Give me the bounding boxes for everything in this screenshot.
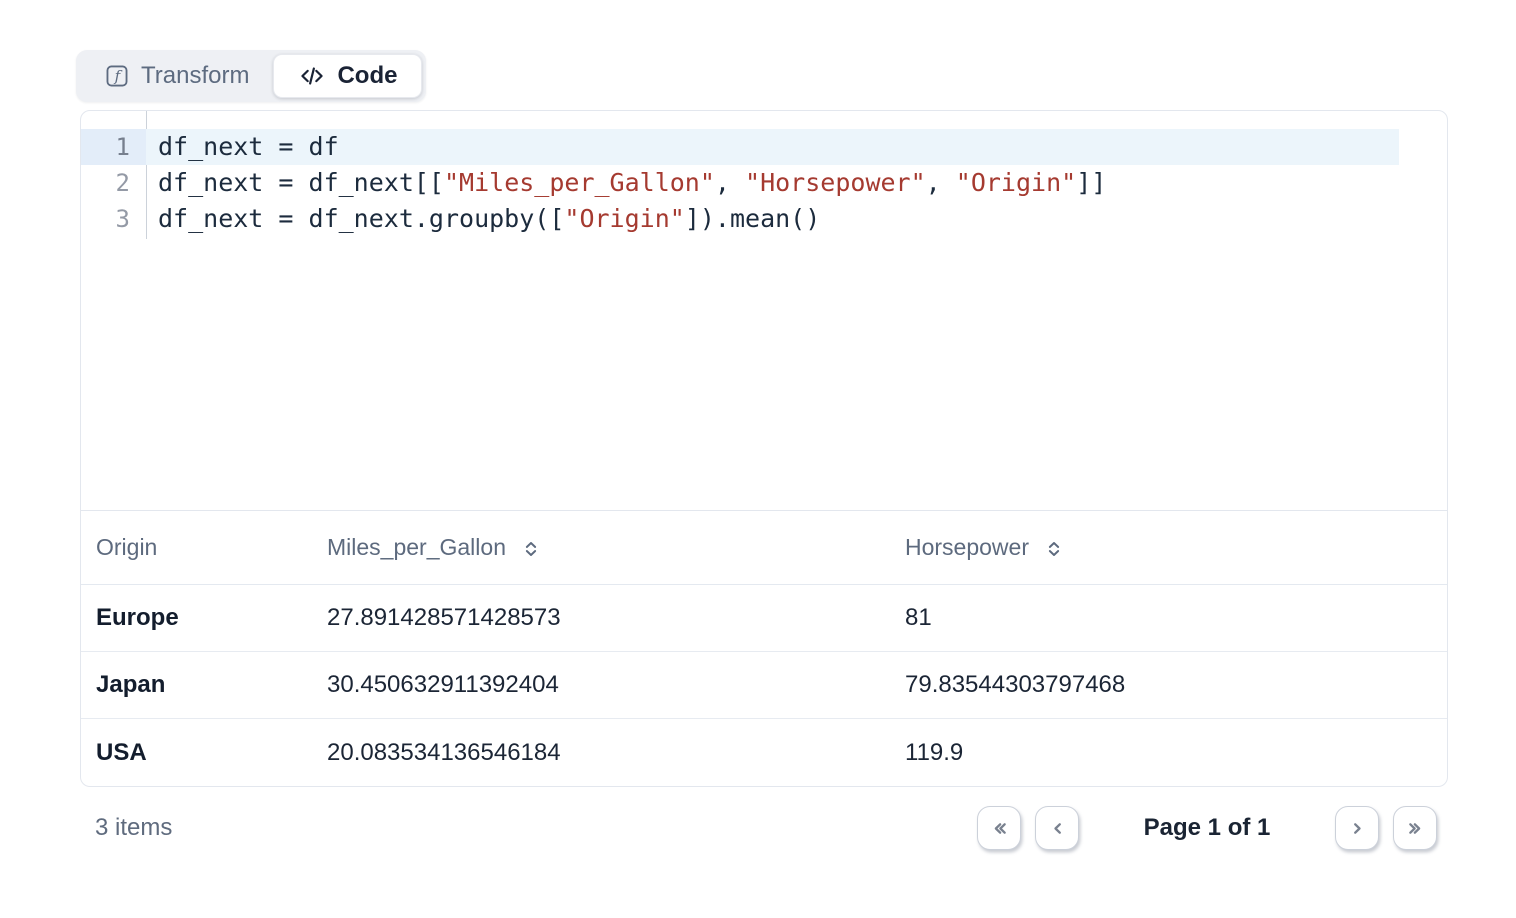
- code-text[interactable]: df_next = df_next.groupby(["Origin"]).me…: [146, 201, 1399, 237]
- line-number: 1: [81, 129, 146, 165]
- value-cell: 20.083534136546184: [327, 739, 905, 767]
- sort-icon[interactable]: [521, 539, 541, 559]
- value-cell: 30.450632911392404: [327, 671, 905, 699]
- table-body: Europe27.89142857142857381Japan30.450632…: [81, 585, 1447, 786]
- code-text[interactable]: df_next = df: [146, 129, 1399, 165]
- code-token: ]]: [1076, 168, 1106, 197]
- chevron-left-icon: [1046, 817, 1069, 840]
- code-token: df_next = df_next[[: [158, 168, 444, 197]
- string-token: "Horsepower": [745, 168, 926, 197]
- page-indicator: Page 1 of 1: [1093, 814, 1321, 842]
- code-editor[interactable]: 1df_next = df2df_next = df_next[["Miles_…: [80, 110, 1448, 511]
- code-brackets-icon: [298, 62, 326, 90]
- code-token: ]).mean(): [685, 204, 820, 233]
- code-line[interactable]: 1 df_next = df: [81, 129, 1447, 165]
- column-header-horsepower[interactable]: Horsepower: [905, 534, 1447, 561]
- table-row[interactable]: Europe27.89142857142857381: [81, 585, 1447, 652]
- tab-transform[interactable]: f Transform: [80, 54, 273, 98]
- table-footer: 3 items Page 1 of 1: [80, 788, 1448, 868]
- tab-code[interactable]: Code: [273, 54, 422, 98]
- chevron-right-icon: [1346, 817, 1369, 840]
- code-token: df_next = df_next.groupby([: [158, 204, 564, 233]
- value-cell: 79.83544303797468: [905, 671, 1447, 699]
- double-chevron-left-icon: [988, 817, 1011, 840]
- string-token: "Miles_per_Gallon": [444, 168, 715, 197]
- row-index-cell: Japan: [81, 671, 327, 699]
- value-cell: 119.9: [905, 739, 1447, 767]
- pagination: Page 1 of 1: [977, 806, 1448, 850]
- function-icon: f: [104, 63, 130, 89]
- code-line[interactable]: 2df_next = df_next[["Miles_per_Gallon", …: [81, 165, 1447, 201]
- table-row[interactable]: USA20.083534136546184119.9: [81, 719, 1447, 786]
- code-token: ,: [715, 168, 745, 197]
- code-lines[interactable]: 1df_next = df2df_next = df_next[["Miles_…: [81, 111, 1447, 237]
- svg-text:f: f: [114, 67, 123, 85]
- column-header-miles_per_gallon[interactable]: Miles_per_Gallon: [327, 534, 905, 561]
- double-chevron-right-icon: [1404, 817, 1427, 840]
- value-cell: 81: [905, 604, 1447, 632]
- table-header-row: Origin Miles_per_Gallon Horsepower: [81, 511, 1447, 585]
- row-index-cell: Europe: [81, 604, 327, 632]
- next-page-button[interactable]: [1335, 806, 1379, 850]
- column-header-label: Horsepower: [905, 534, 1029, 561]
- row-index-cell: USA: [81, 739, 327, 767]
- code-line[interactable]: 3df_next = df_next.groupby(["Origin"]).m…: [81, 201, 1447, 237]
- code-text[interactable]: df_next = df_next[["Miles_per_Gallon", "…: [146, 165, 1399, 201]
- string-token: "Origin": [564, 204, 684, 233]
- result-table: OriginMiles_per_GallonHorsepower Europe2…: [80, 511, 1448, 787]
- column-header-label: Miles_per_Gallon: [327, 534, 506, 561]
- column-header-origin: Origin: [81, 534, 327, 561]
- tab-code-label: Code: [337, 54, 397, 98]
- table-row[interactable]: Japan30.45063291139240479.83544303797468: [81, 652, 1447, 719]
- column-header-label: Origin: [96, 534, 157, 561]
- sort-icon[interactable]: [1044, 539, 1064, 559]
- previous-page-button[interactable]: [1035, 806, 1079, 850]
- value-cell: 27.891428571428573: [327, 604, 905, 632]
- view-tab-bar: f Transform Code: [76, 50, 426, 102]
- code-token: df_next = df: [158, 132, 339, 161]
- tab-transform-label: Transform: [141, 54, 249, 98]
- line-number: 2: [81, 165, 146, 201]
- last-page-button[interactable]: [1393, 806, 1437, 850]
- line-number: 3: [81, 201, 146, 237]
- string-token: "Origin": [956, 168, 1076, 197]
- first-page-button[interactable]: [977, 806, 1021, 850]
- items-count: 3 items: [80, 814, 172, 842]
- code-token: ,: [926, 168, 956, 197]
